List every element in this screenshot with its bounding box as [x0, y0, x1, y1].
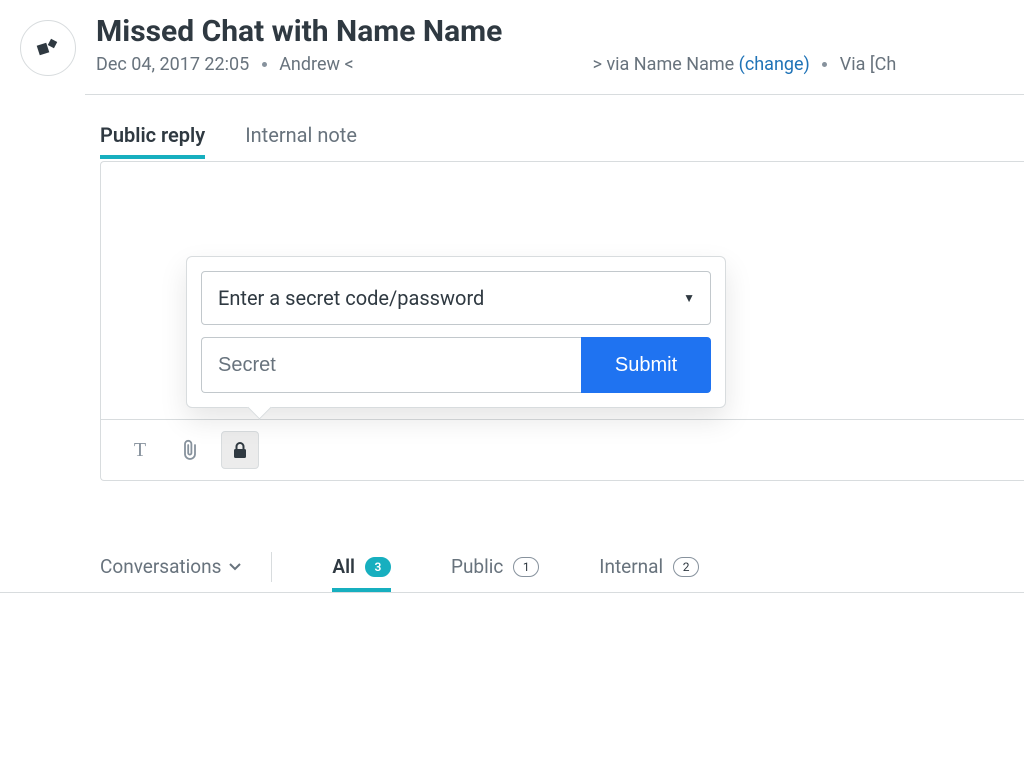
divider [0, 94, 1024, 95]
text-format-button[interactable]: T [121, 431, 159, 469]
filter-tab-public[interactable]: Public 1 [451, 541, 539, 592]
filter-tab-internal[interactable]: Internal 2 [599, 541, 699, 592]
ticket-meta: Dec 04, 2017 22:05 Andrew < > via Name N… [96, 54, 1024, 75]
lock-icon [232, 441, 248, 459]
separator-dot-icon [262, 62, 267, 67]
conversations-label: Conversations [100, 552, 221, 582]
tab-internal-note[interactable]: Internal note [245, 123, 357, 159]
ticket-via: > via Name Name [593, 54, 735, 75]
ticket-date: Dec 04, 2017 22:05 [96, 54, 249, 75]
avatar [20, 20, 76, 76]
chevron-down-icon [229, 563, 241, 571]
conversations-dropdown[interactable]: Conversations [100, 552, 272, 582]
paperclip-icon [181, 439, 199, 461]
avatar-shapes-icon [34, 34, 62, 62]
filter-public-label: Public [451, 555, 503, 578]
ticket-title: Missed Chat with Name Name [96, 14, 1024, 50]
separator-dot-icon [822, 62, 827, 67]
secret-popover: Enter a secret code/password ▼ Submit [186, 256, 726, 408]
conversation-filters: Conversations All 3 Public 1 Internal 2 [0, 541, 1024, 593]
ticket-header: Missed Chat with Name Name Dec 04, 2017 … [0, 0, 1024, 94]
filter-internal-label: Internal [599, 555, 663, 578]
change-link[interactable]: (change) [739, 54, 810, 75]
filter-tab-all[interactable]: All 3 [332, 541, 391, 592]
filter-all-count: 3 [365, 557, 391, 577]
secret-input[interactable] [201, 337, 581, 393]
submit-button[interactable]: Submit [581, 337, 711, 393]
attach-button[interactable] [171, 431, 209, 469]
tab-public-reply[interactable]: Public reply [100, 123, 205, 159]
reply-tabs: Public reply Internal note [100, 123, 1024, 159]
ticket-tail: Via [Ch [840, 54, 897, 75]
filter-public-count: 1 [513, 557, 539, 577]
reply-editor: Enter a secret code/password ▼ Submit T [100, 161, 1024, 481]
secret-button[interactable] [221, 431, 259, 469]
filter-all-label: All [332, 555, 355, 578]
text-icon: T [134, 439, 146, 462]
filter-internal-count: 2 [673, 557, 699, 577]
secret-mode-label: Enter a secret code/password [218, 286, 484, 310]
editor-body[interactable]: Enter a secret code/password ▼ Submit [101, 162, 1024, 420]
ticket-from: Andrew < [279, 54, 353, 75]
editor-toolbar: T [101, 420, 1024, 480]
secret-mode-select[interactable]: Enter a secret code/password [201, 271, 711, 325]
